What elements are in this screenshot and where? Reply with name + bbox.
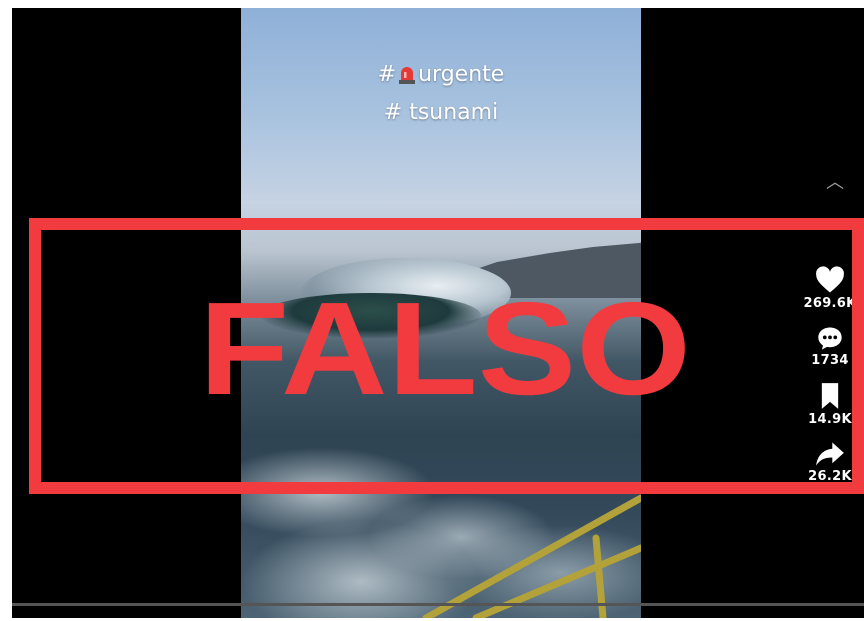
hashtag-urgente[interactable]: # urgente xyxy=(241,56,641,94)
video-caption-overlay: # urgente # tsunami xyxy=(241,56,641,132)
hashtag-tsunami[interactable]: # tsunami xyxy=(241,94,641,132)
video-progress-bar[interactable] xyxy=(12,603,864,606)
falso-stamp-label: FALSO xyxy=(199,290,691,400)
hash-symbol: # xyxy=(377,62,397,87)
siren-icon xyxy=(399,67,416,84)
falso-text: FALSO xyxy=(199,290,691,400)
hashtag-word: urgente xyxy=(418,62,505,87)
chevron-up-icon[interactable]: ︿ xyxy=(826,168,844,194)
